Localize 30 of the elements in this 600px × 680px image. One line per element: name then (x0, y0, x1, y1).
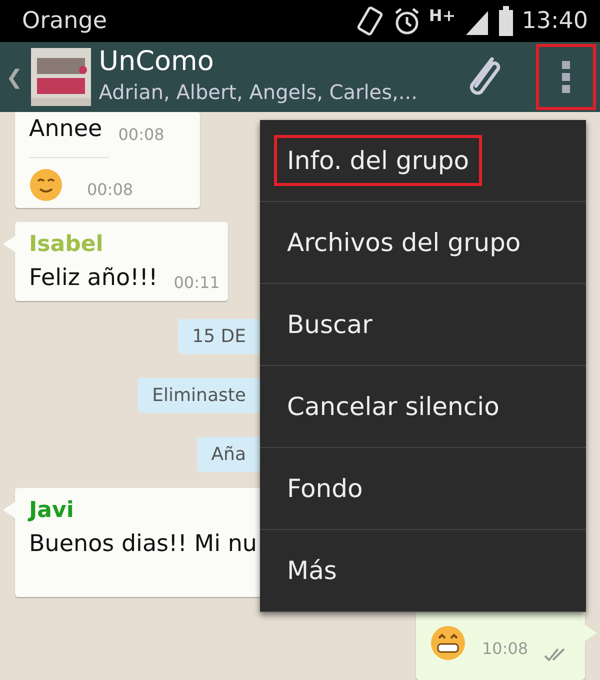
menu-item[interactable]: Buscar (260, 284, 586, 366)
sender-name: Javi (29, 497, 75, 525)
smiling-face-icon (29, 168, 63, 202)
participants-list: Adrian, Albert, Angels, Carles,... (98, 76, 454, 107)
back-icon[interactable]: ❮ (6, 62, 23, 92)
vibrate-icon (354, 5, 385, 37)
chat-title: UnComo (98, 47, 215, 77)
system-notice: Eliminaste (138, 378, 260, 413)
menu-item[interactable]: Fondo (260, 448, 586, 530)
menu-item[interactable]: Info. del grupo (260, 120, 586, 202)
system-notice: 15 DE (178, 319, 260, 354)
grinning-face-icon (430, 625, 466, 662)
menu-item[interactable]: Cancelar silencio (260, 366, 586, 448)
overflow-menu-button[interactable] (536, 44, 596, 110)
message-time: 00:11 (174, 272, 220, 294)
sender-name: Isabel (29, 230, 104, 258)
message-text: Annee (29, 115, 102, 144)
network-type: H+ (428, 4, 456, 27)
battery-icon (498, 6, 514, 36)
message-time: 00:08 (118, 124, 164, 146)
message-text: Feliz año!!! (29, 264, 158, 292)
carrier-name: Orange (22, 6, 107, 36)
message-text: Buenos dias!! Mi nu (29, 530, 257, 559)
menu-item[interactable]: Más (260, 530, 586, 612)
clock-time: 13:40 (522, 6, 588, 36)
menu-item[interactable]: Archivos del grupo (260, 202, 586, 284)
message-time: 00:08 (87, 178, 134, 200)
alarm-icon (392, 6, 421, 36)
message-time: 10:08 (482, 638, 528, 660)
system-notice: Aña (197, 437, 260, 472)
